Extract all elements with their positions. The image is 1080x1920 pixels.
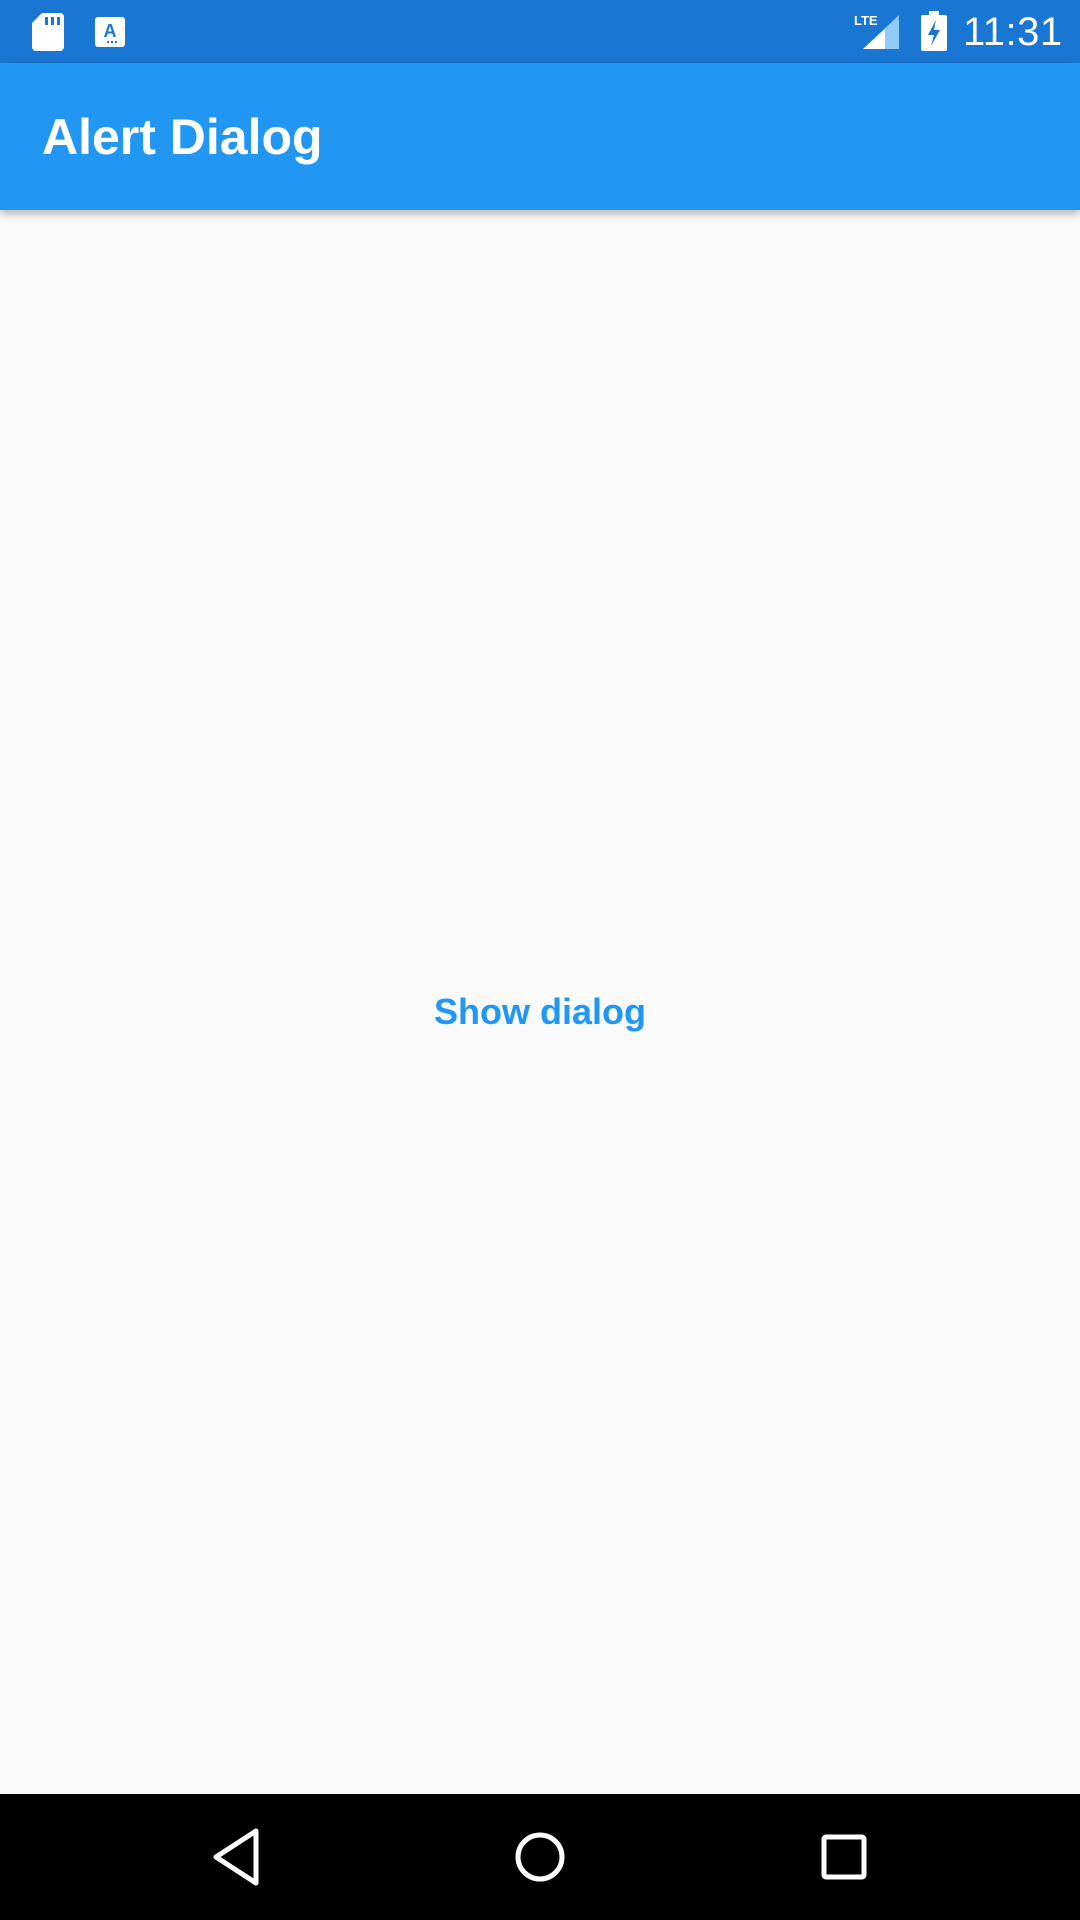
svg-text:A: A [104,21,117,41]
back-icon[interactable] [198,1819,274,1895]
app-bar: Alert Dialog [0,63,1080,210]
sd-card-icon [32,13,64,51]
navigation-bar [0,1794,1080,1920]
app-bar-title: Alert Dialog [42,109,323,165]
a-notification-icon: A [95,17,125,47]
lte-signal-icon: LTE [854,13,899,49]
main-content: Show dialog [0,210,1080,1794]
status-bar: A LTE 11:31 [0,0,1080,63]
lte-label: LTE [854,13,878,28]
battery-charging-icon [921,11,947,51]
recents-icon[interactable] [806,1819,882,1895]
status-time: 11:31 [963,10,1063,54]
show-dialog-button[interactable]: Show dialog [420,972,660,1052]
screen: A LTE 11:31 Alert Dialog Show dialog [0,0,1080,1920]
home-icon[interactable] [502,1819,578,1895]
